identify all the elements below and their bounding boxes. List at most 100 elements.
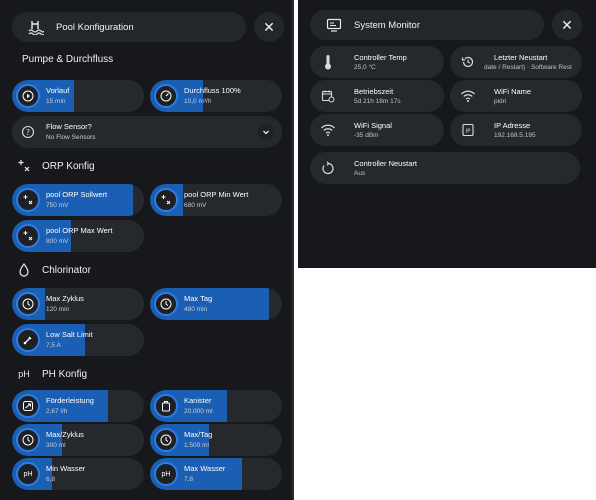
pool-close-button[interactable]: ✕ xyxy=(254,12,284,42)
ip-network-icon: IP xyxy=(458,120,478,140)
letzter-neustart-label: Letzter Neustart xyxy=(494,53,548,62)
betriebszeit-value: 5d 21h 18m 17s xyxy=(354,98,401,105)
max-wasser-value: 7,8 xyxy=(184,476,194,483)
clock-icon xyxy=(154,428,178,452)
tile-max-tag-ph[interactable]: Max/Tag 1.500 ml xyxy=(150,424,282,456)
sparkle-icon xyxy=(154,188,178,212)
tile-ip-adresse[interactable]: IP IP Adresse 192.168.5.195 xyxy=(450,114,582,146)
chevron-down-icon[interactable] xyxy=(258,124,274,140)
thermometer-icon xyxy=(16,328,40,352)
max-tag-value: 480 min xyxy=(184,306,208,313)
vorlauf-label: Vorlauf xyxy=(46,86,70,95)
tile-max-wasser[interactable]: pH Max Wasser 7,8 xyxy=(150,458,282,490)
tile-max-tag[interactable]: Max Tag 480 min xyxy=(150,288,282,320)
pool-icon xyxy=(26,17,46,37)
ph-icon: pH xyxy=(16,462,40,486)
flow-sensor-label: Flow Sensor? xyxy=(46,122,92,131)
kanister-label: Kanister xyxy=(184,396,212,405)
vorlauf-value: 15 min xyxy=(46,98,66,105)
orp-min-label: pool ORP Min Wert xyxy=(184,190,249,199)
thermometer-icon xyxy=(318,52,338,72)
low-salt-value: 7,5 A xyxy=(46,342,61,349)
history-icon xyxy=(458,52,478,72)
pool-config-panel: Pool Konfiguration ✕ Pumpe & Durchfluss … xyxy=(0,0,294,500)
tile-vorlauf[interactable]: Vorlauf 15 min xyxy=(12,80,144,112)
letzter-neustart-value: date / Restart) · Software Rest xyxy=(484,64,572,71)
tile-wifi-signal[interactable]: WiFi Signal -35 dBm xyxy=(310,114,444,146)
ip-adresse-value: 192.168.5.195 xyxy=(494,132,536,139)
controller-temp-value: 25,0 °C xyxy=(354,64,376,71)
sparkle-icon xyxy=(16,188,40,212)
tile-controller-neustart[interactable]: Controller Neustart Aus xyxy=(310,152,580,184)
sparkle-icon xyxy=(16,224,40,248)
close-icon: ✕ xyxy=(263,18,275,35)
canister-icon xyxy=(154,394,178,418)
monitor-icon xyxy=(324,15,344,35)
min-wasser-value: 6,8 xyxy=(46,476,56,483)
tile-letzter-neustart[interactable]: Letzter Neustart date / Restart) · Softw… xyxy=(450,46,582,78)
system-header: System Monitor xyxy=(310,10,544,40)
tile-max-zyklus-ph[interactable]: Max/Zyklus 300 ml xyxy=(12,424,144,456)
section-pumpe-title: Pumpe & Durchfluss xyxy=(22,54,114,65)
section-orp: ORP Konfig xyxy=(16,158,95,174)
tile-kanister[interactable]: Kanister 20.000 ml xyxy=(150,390,282,422)
controller-neustart-value: Aus xyxy=(354,170,366,177)
max-zyklus-label: Max Zyklus xyxy=(46,294,84,303)
ph-icon: pH xyxy=(154,462,178,486)
ph-icon: pH xyxy=(18,369,30,379)
svg-text:?: ? xyxy=(26,128,30,137)
betriebszeit-label: Betriebszeit xyxy=(354,87,394,96)
foerderleistung-value: 2,67 l/h xyxy=(46,408,68,415)
wifi-signal-label: WiFi Signal xyxy=(354,121,392,130)
play-icon xyxy=(16,84,40,108)
section-chlor-title: Chlorinator xyxy=(42,264,91,276)
wifi-icon xyxy=(458,86,478,106)
ip-adresse-label: IP Adresse xyxy=(494,121,531,130)
system-title: System Monitor xyxy=(354,19,420,31)
restart-icon xyxy=(318,158,338,178)
tile-orp-max[interactable]: pool ORP Max Wert 800 mV xyxy=(12,220,144,252)
wifi-icon xyxy=(318,120,338,140)
orp-max-label: pool ORP Max Wert xyxy=(46,226,113,235)
tile-flow-sensor[interactable]: ? Flow Sensor? No Flow Sensors xyxy=(12,116,282,148)
section-pumpe: Pumpe & Durchfluss xyxy=(22,54,113,65)
sparkle-icon xyxy=(16,158,32,174)
gauge-icon xyxy=(154,84,178,108)
tile-orp-min[interactable]: pool ORP Min Wert 680 mV xyxy=(150,184,282,216)
tile-max-zyklus[interactable]: Max Zyklus 120 min xyxy=(12,288,144,320)
wifi-name-label: WiFi Name xyxy=(494,87,532,96)
max-tag-ph-value: 1.500 ml xyxy=(184,442,209,449)
tile-orp-sollwert[interactable]: pool ORP Sollwert 750 mV xyxy=(12,184,144,216)
low-salt-label: Low Salt Limit xyxy=(46,330,93,339)
tile-min-wasser[interactable]: pH Min Wasser 6,8 xyxy=(12,458,144,490)
max-zyklus-value: 120 min xyxy=(46,306,70,313)
max-tag-label: Max Tag xyxy=(184,294,213,303)
controller-temp-label: Controller Temp xyxy=(354,53,407,62)
calendar-clock-icon xyxy=(318,86,338,106)
tile-foerderleistung[interactable]: Förderleistung 2,67 l/h xyxy=(12,390,144,422)
system-close-button[interactable]: ✕ xyxy=(552,10,582,40)
kanister-value: 20.000 ml xyxy=(184,408,213,415)
tile-durchfluss[interactable]: Durchfluss 100% 10,0 m³/h xyxy=(150,80,282,112)
clock-icon xyxy=(16,428,40,452)
wifi-name-value: pidri xyxy=(494,98,507,105)
orp-soll-value: 750 mV xyxy=(46,202,69,209)
orp-soll-label: pool ORP Sollwert xyxy=(46,190,108,199)
pump-icon xyxy=(16,394,40,418)
clock-icon xyxy=(154,292,178,316)
tile-wifi-name[interactable]: WiFi Name pidri xyxy=(450,80,582,112)
max-wasser-label: Max Wasser xyxy=(184,464,226,473)
section-orp-title: ORP Konfig xyxy=(42,160,95,172)
tile-low-salt[interactable]: Low Salt Limit 7,5 A xyxy=(12,324,144,356)
tile-controller-temp[interactable]: Controller Temp 25,0 °C xyxy=(310,46,444,78)
min-wasser-label: Min Wasser xyxy=(46,464,86,473)
section-chlor: Chlorinator xyxy=(16,262,91,278)
min-wasser-icon-text: pH xyxy=(23,470,33,478)
max-tag-ph-label: Max/Tag xyxy=(184,430,213,439)
tile-betriebszeit[interactable]: Betriebszeit 5d 21h 18m 17s xyxy=(310,80,444,112)
orp-max-value: 800 mV xyxy=(46,238,69,245)
orp-min-value: 680 mV xyxy=(184,202,207,209)
foerderleistung-label: Förderleistung xyxy=(46,396,94,405)
controller-neustart-label: Controller Neustart xyxy=(354,159,417,168)
wifi-signal-value: -35 dBm xyxy=(354,132,379,139)
